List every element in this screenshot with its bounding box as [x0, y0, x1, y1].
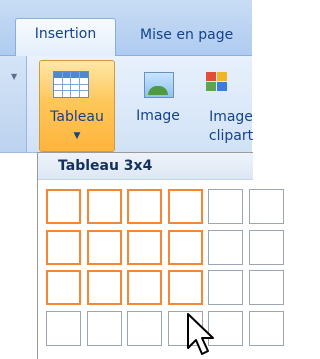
- dropdown-header: Tableau 3x4: [38, 153, 253, 180]
- ribbon-group-separator: [0, 56, 27, 152]
- chevron-down-icon[interactable]: ▼: [11, 72, 17, 81]
- grid-cell[interactable]: [167, 229, 203, 265]
- grid-cell[interactable]: [46, 270, 81, 305]
- grid-cell[interactable]: [86, 189, 122, 224]
- grid-cell[interactable]: [127, 229, 162, 265]
- grid-cell[interactable]: [208, 229, 243, 265]
- clipart-icon: [206, 72, 228, 92]
- grid-cell[interactable]: [46, 310, 81, 346]
- ribbon-tab-bar: Insertion Mise en page: [0, 0, 252, 56]
- insert-table-dropdown: Tableau 3x4: [37, 152, 284, 359]
- grid-cell[interactable]: [208, 189, 243, 224]
- clipart-label-line2: clipart: [208, 128, 254, 144]
- grid-cell[interactable]: [86, 270, 122, 305]
- grid-cell[interactable]: [46, 189, 81, 224]
- clipart-label-line1: Image: [209, 109, 253, 125]
- table-icon: [53, 71, 89, 98]
- grid-cell[interactable]: [86, 310, 122, 346]
- tableau-label: Tableau: [50, 109, 104, 125]
- picture-icon: [144, 72, 174, 98]
- tab-insertion[interactable]: Insertion: [15, 18, 116, 56]
- dropdown-arrow-icon: ▼: [73, 131, 81, 141]
- table-size-title: Tableau 3x4: [58, 158, 153, 174]
- grid-cell[interactable]: [127, 270, 162, 305]
- clipart-label: Image clipart: [196, 108, 266, 146]
- tableau-button[interactable]: Tableau ▼: [39, 60, 115, 152]
- grid-cell[interactable]: [248, 229, 284, 265]
- grid-cell[interactable]: [208, 270, 243, 305]
- grid-cell[interactable]: [167, 270, 203, 305]
- grid-cell[interactable]: [248, 310, 284, 346]
- mouse-pointer-icon: [187, 313, 214, 355]
- grid-cell[interactable]: [248, 189, 284, 224]
- grid-cell[interactable]: [46, 229, 81, 265]
- image-label: Image: [136, 108, 180, 124]
- grid-cell[interactable]: [127, 189, 162, 224]
- image-button[interactable]: Image: [125, 60, 191, 150]
- tab-mise-en-page[interactable]: Mise en page: [140, 20, 260, 54]
- grid-cell[interactable]: [86, 229, 122, 265]
- clipart-button[interactable]: Image clipart: [196, 60, 266, 150]
- grid-cell[interactable]: [248, 270, 284, 305]
- grid-cell[interactable]: [127, 310, 162, 346]
- grid-cell[interactable]: [167, 189, 203, 224]
